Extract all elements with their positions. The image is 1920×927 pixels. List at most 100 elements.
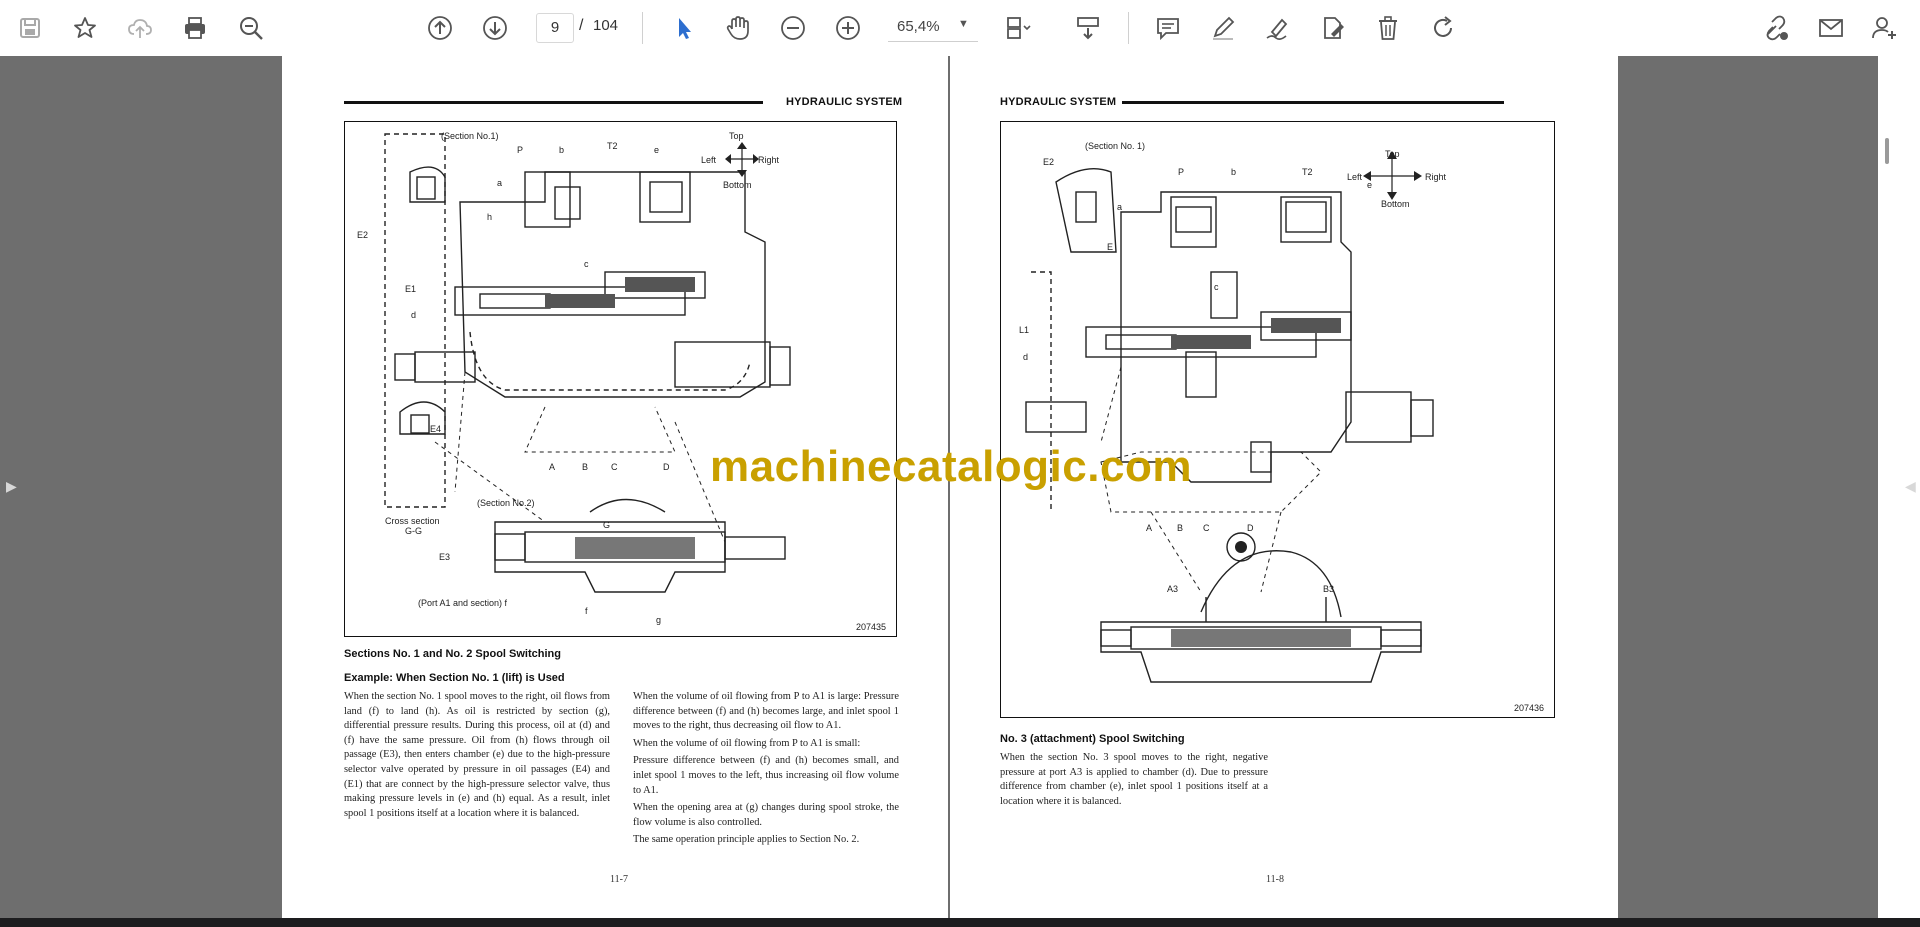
header-rule bbox=[1122, 101, 1504, 104]
edit-fill-icon[interactable] bbox=[1315, 10, 1351, 46]
page-separator: / bbox=[579, 17, 584, 34]
delete-icon[interactable] bbox=[1370, 10, 1406, 46]
figure-number: 207436 bbox=[1514, 703, 1545, 713]
diagram-label: Top bbox=[1385, 149, 1400, 159]
example-title: Example: When Section No. 1 (lift) is Us… bbox=[344, 672, 565, 684]
diagram-label: G-G bbox=[405, 526, 422, 536]
diagram-label: e bbox=[654, 145, 660, 155]
diagram-label: b bbox=[1231, 167, 1237, 177]
diagram-label: (Section No.1) bbox=[441, 131, 499, 141]
page-total: 104 bbox=[593, 17, 619, 34]
diagram-label: B bbox=[1177, 523, 1184, 533]
share-link-icon[interactable] bbox=[1758, 10, 1794, 46]
section-title: Sections No. 1 and No. 2 Spool Switching bbox=[344, 648, 561, 660]
diagram-label: A3 bbox=[1167, 584, 1179, 594]
diagram-label: P bbox=[517, 145, 524, 155]
left-panel-toggle-icon[interactable]: ▶ bbox=[6, 478, 17, 495]
zoom-value: 65,4% bbox=[897, 18, 940, 35]
diagram-label: f bbox=[585, 606, 588, 616]
select-cursor-icon[interactable] bbox=[666, 10, 702, 46]
chevron-down-icon: ▼ bbox=[958, 18, 969, 30]
add-user-icon[interactable] bbox=[1866, 10, 1902, 46]
status-bar bbox=[0, 918, 1920, 927]
diagram-label: L1 bbox=[1019, 325, 1030, 335]
diagram-label: a bbox=[497, 178, 503, 188]
diagram-label: B3 bbox=[1323, 584, 1335, 594]
body-column-1: When the section No. 1 spool moves to th… bbox=[344, 690, 610, 824]
hydraulic-diagram-figure: (Section No.1) P b T2 e Top Left Right B… bbox=[344, 121, 897, 637]
diagram-label: (Section No.2) bbox=[477, 498, 535, 508]
scroll-mode-icon[interactable] bbox=[1070, 10, 1106, 46]
diagram-label: Right bbox=[758, 155, 780, 165]
paragraph: When the volume of oil flowing from P to… bbox=[633, 737, 861, 749]
page-header: HYDRAULIC SYSTEM bbox=[786, 96, 903, 108]
rotate-icon[interactable] bbox=[1425, 10, 1461, 46]
section-title: No. 3 (attachment) Spool Switching bbox=[1000, 733, 1185, 745]
hydraulic-diagram-figure: E2 (Section No. 1) P b T2 e Top Left Rig… bbox=[1000, 121, 1555, 718]
body-column-1: When the section No. 3 spool moves to th… bbox=[1000, 751, 1268, 812]
diagram-label: E bbox=[1107, 242, 1114, 252]
paragraph: When the volume of oil flowing from P to… bbox=[633, 691, 899, 732]
bookmark-star-icon[interactable] bbox=[67, 10, 103, 46]
paragraph: When the section No. 3 spool moves to th… bbox=[1000, 752, 1268, 807]
diagram-label: A bbox=[549, 462, 556, 472]
page-header: HYDRAULIC SYSTEM bbox=[1000, 96, 1117, 108]
toolbar-divider bbox=[1128, 12, 1129, 44]
body-column-2: When the volume of oil flowing from P to… bbox=[633, 690, 899, 851]
diagram-label: g bbox=[656, 615, 662, 625]
diagram-label: b bbox=[559, 145, 565, 155]
diagram-label: B bbox=[582, 462, 589, 472]
diagram-label: (Port A1 and section) f bbox=[418, 598, 508, 608]
diagram-label: c bbox=[1214, 282, 1219, 292]
page-number-input[interactable]: 9 bbox=[536, 13, 574, 43]
diagram-label: Bottom bbox=[723, 180, 752, 190]
watermark: machinecatalogic.com bbox=[710, 442, 1192, 491]
toolbar-divider bbox=[642, 12, 643, 44]
diagram-label: d bbox=[1023, 352, 1029, 362]
page-up-icon[interactable] bbox=[422, 10, 458, 46]
diagram-label: h bbox=[487, 212, 493, 222]
save-icon[interactable] bbox=[12, 10, 48, 46]
diagram-label: E3 bbox=[439, 552, 451, 562]
zoom-search-icon[interactable] bbox=[233, 10, 269, 46]
diagram-label: e bbox=[1367, 180, 1373, 190]
zoom-in-icon[interactable] bbox=[830, 10, 866, 46]
diagram-label: Left bbox=[701, 155, 717, 165]
diagram-label: A bbox=[1146, 523, 1153, 533]
page-down-icon[interactable] bbox=[477, 10, 513, 46]
diagram-label: D bbox=[663, 462, 670, 472]
scrollbar-thumb[interactable] bbox=[1885, 138, 1889, 164]
diagram-label: d bbox=[411, 310, 417, 320]
page-folio: 11-7 bbox=[610, 874, 628, 885]
diagram-label: P bbox=[1178, 167, 1185, 177]
diagram-label: C bbox=[611, 462, 618, 472]
diagram-label: E1 bbox=[405, 284, 417, 294]
diagram-label: c bbox=[584, 259, 589, 269]
figure-number: 207435 bbox=[856, 622, 887, 632]
hand-pan-icon[interactable] bbox=[720, 10, 756, 46]
highlight-pen-icon[interactable] bbox=[1205, 10, 1241, 46]
paragraph: When the opening area at (g) changes dur… bbox=[633, 802, 899, 828]
diagram-label: C bbox=[1203, 523, 1210, 533]
diagram-label: E4 bbox=[430, 424, 442, 434]
zoom-select[interactable]: 65,4% ▼ bbox=[888, 13, 978, 42]
diagram-label: Bottom bbox=[1381, 199, 1410, 209]
diagram-label: T2 bbox=[607, 141, 618, 151]
diagram-label: Right bbox=[1425, 172, 1447, 182]
paragraph: When the section No. 1 spool moves to th… bbox=[344, 691, 610, 819]
sign-pen-icon[interactable] bbox=[1260, 10, 1296, 46]
diagram-label: Top bbox=[729, 131, 744, 141]
diagram-label: (Section No. 1) bbox=[1085, 141, 1146, 151]
diagram-label: T2 bbox=[1302, 167, 1313, 177]
zoom-out-icon[interactable] bbox=[775, 10, 811, 46]
header-rule bbox=[344, 101, 763, 104]
valve-diagram-drawing bbox=[1025, 151, 1434, 683]
cloud-upload-icon[interactable] bbox=[122, 10, 158, 46]
comment-icon[interactable] bbox=[1150, 10, 1186, 46]
email-icon[interactable] bbox=[1813, 10, 1849, 46]
diagram-label: E2 bbox=[357, 230, 369, 240]
page-layout-icon[interactable] bbox=[1000, 10, 1036, 46]
right-panel-toggle-icon[interactable]: ◀ bbox=[1905, 478, 1916, 495]
diagram-label: D bbox=[1247, 523, 1254, 533]
print-icon[interactable] bbox=[177, 10, 213, 46]
